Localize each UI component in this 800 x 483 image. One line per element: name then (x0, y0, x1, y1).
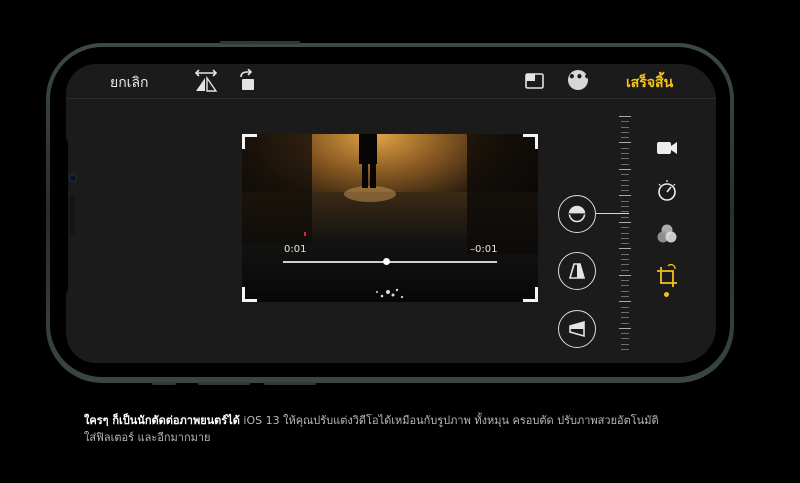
selected-mode-indicator (664, 292, 669, 297)
ruler-tick (619, 274, 631, 276)
ruler-tick (621, 153, 629, 155)
ruler-tick (619, 142, 631, 144)
ruler-tick (621, 243, 629, 245)
ruler-tick (621, 264, 629, 266)
ruler-tick (621, 147, 629, 149)
ruler-tick (621, 121, 629, 123)
ruler-tick (621, 184, 629, 186)
ruler-tick (619, 195, 631, 197)
ruler-tick (621, 227, 629, 229)
more-icon[interactable]: ••• (568, 70, 591, 90)
ruler-tick (619, 221, 631, 223)
ruler-tick (621, 206, 629, 208)
filters-icon[interactable] (654, 221, 680, 247)
done-button[interactable]: เสร็จสิ้น (626, 72, 673, 94)
ruler-tick (621, 317, 629, 319)
ruler-tick (619, 248, 631, 250)
ruler-tick (621, 290, 629, 292)
crop-icon[interactable] (654, 264, 680, 290)
ruler-tick (619, 168, 631, 170)
earpiece-speaker (70, 195, 75, 235)
ruler-tick (621, 296, 629, 298)
rotate-icon[interactable] (236, 68, 262, 93)
ruler-tick (621, 237, 629, 239)
flip-icon[interactable] (193, 69, 219, 93)
caption-line1: iOS 13 ให้คุณปรับแต่งวิดีโอได้เหมือนกับร… (239, 414, 659, 427)
front-camera (69, 174, 77, 182)
side-button (220, 41, 300, 44)
screen: ยกเลิก ••• เสร็จสิ้น 0:01 –0:01 (66, 64, 716, 363)
volume-button (198, 382, 250, 385)
ruler-tick (621, 158, 629, 160)
ruler-tick (621, 338, 629, 340)
ruler-tick (619, 327, 631, 329)
video-frame (242, 134, 538, 302)
ruler-tick (621, 211, 629, 213)
straighten-button[interactable] (558, 195, 596, 233)
scrubber-track[interactable] (283, 261, 497, 263)
ruler-tick (621, 126, 629, 128)
video-camera-icon[interactable] (654, 135, 680, 161)
ruler-tick (621, 322, 629, 324)
volume-button (152, 382, 176, 385)
horizontal-perspective-icon (569, 320, 585, 338)
ruler-tick (621, 216, 629, 218)
crop-handle[interactable] (523, 134, 538, 149)
editor-toolbar: ยกเลิก ••• เสร็จสิ้น (66, 64, 716, 99)
ruler-tick (621, 174, 629, 176)
feature-caption: ใครๆ ก็เป็นนักตัดต่อภาพยนตร์ได้ iOS 13 ใ… (84, 412, 724, 446)
ruler-tick (621, 232, 629, 234)
ruler-tick (621, 131, 629, 133)
vertical-perspective-icon (568, 263, 586, 279)
vertical-perspective-button[interactable] (558, 252, 596, 290)
caption-line2: ใส่ฟิลเตอร์ และอีกมากมาย (84, 431, 211, 444)
elapsed-time: 0:01 (284, 244, 307, 255)
ruler-tick (619, 116, 631, 117)
angle-ruler[interactable] (619, 116, 631, 350)
aspect-ratio-icon[interactable] (522, 69, 548, 93)
ruler-tick (621, 200, 629, 202)
ruler-tick (621, 349, 629, 350)
crop-handle[interactable] (523, 287, 538, 302)
ruler-tick (621, 179, 629, 181)
scrubber-knob[interactable] (382, 258, 390, 265)
remaining-time: –0:01 (470, 244, 498, 255)
volume-button (264, 382, 316, 385)
phone-notch (50, 131, 68, 301)
cancel-button[interactable]: ยกเลิก (110, 72, 149, 94)
ruler-tick (621, 306, 629, 308)
ruler-tick (621, 190, 629, 192)
ruler-tick (621, 280, 629, 282)
horizontal-perspective-button[interactable] (558, 310, 596, 348)
ruler-tick (621, 253, 629, 255)
ruler-tick (621, 311, 629, 313)
caption-headline: ใครๆ ก็เป็นนักตัดต่อภาพยนตร์ได้ (84, 414, 240, 427)
crop-handle[interactable] (242, 287, 257, 302)
ruler-tick (621, 285, 629, 287)
ruler-tick (621, 258, 629, 260)
crop-handle[interactable] (242, 134, 257, 149)
ruler-tick (619, 301, 631, 303)
ruler-tick (621, 137, 629, 139)
ruler-tick (621, 333, 629, 335)
ruler-tick (621, 269, 629, 271)
ruler-tick (621, 343, 629, 345)
ruler-tick (621, 163, 629, 165)
adjust-dial-icon[interactable] (654, 178, 680, 204)
video-preview[interactable]: 0:01 –0:01 (242, 134, 538, 302)
straighten-icon (568, 205, 586, 223)
